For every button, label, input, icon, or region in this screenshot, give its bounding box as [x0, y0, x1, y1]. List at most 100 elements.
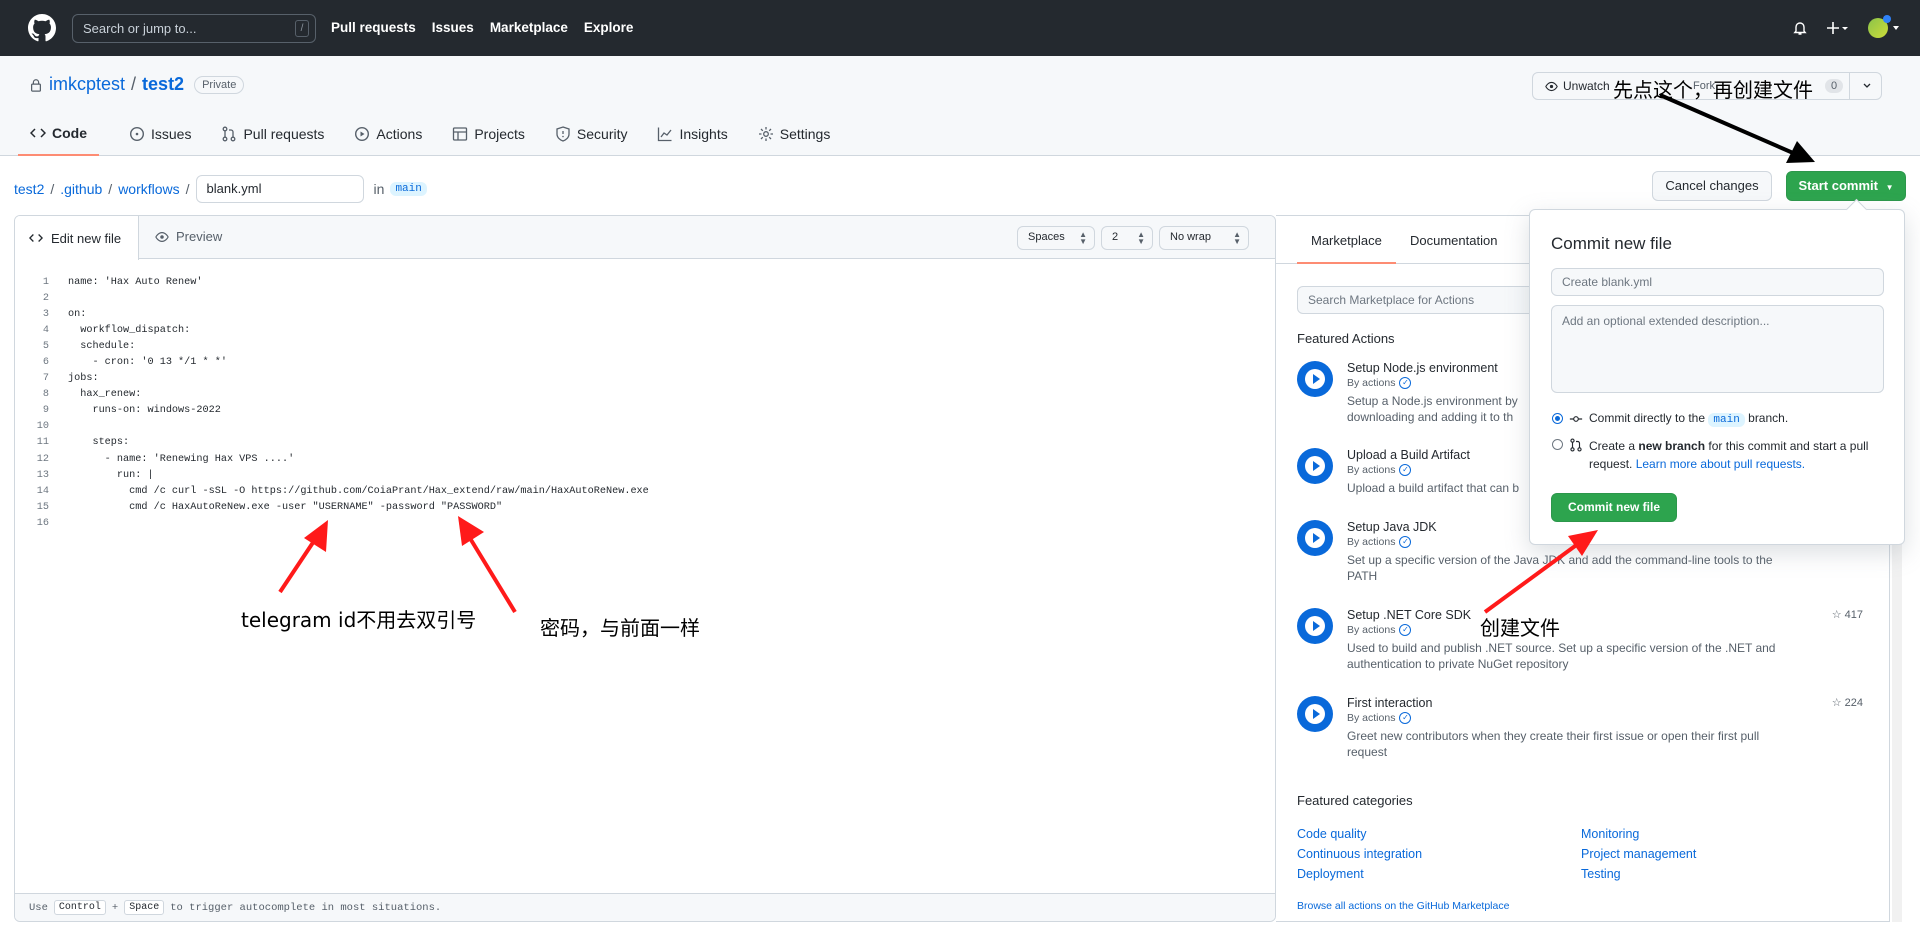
category-link[interactable]: Testing — [1581, 867, 1841, 881]
lock-icon — [31, 78, 41, 92]
nav-explore[interactable]: Explore — [584, 20, 634, 35]
nav-marketplace[interactable]: Marketplace — [490, 20, 568, 35]
caret-down-icon: ▼ — [1885, 183, 1894, 192]
tab-settings[interactable]: Settings — [758, 124, 830, 156]
line-content: runs-on: windows-2022 — [68, 405, 221, 417]
tab-projects[interactable]: Projects — [452, 124, 525, 156]
commit-dialog-title: Commit new file — [1551, 234, 1672, 253]
action-stars[interactable]: ☆ 224 — [1831, 696, 1863, 710]
user-menu[interactable] — [1868, 15, 1900, 38]
breadcrumb-separator: / — [108, 181, 113, 197]
tab-insights-label: Insights — [679, 126, 728, 142]
tab-code[interactable]: Code — [18, 124, 99, 156]
commit-summary-input[interactable]: Create blank.yml — [1551, 268, 1884, 296]
global-search-input[interactable]: Search or jump to... / — [72, 14, 316, 43]
tab-documentation[interactable]: Documentation — [1410, 233, 1497, 248]
tab-insights[interactable]: Insights — [657, 124, 728, 156]
browse-marketplace-link[interactable]: Browse all actions on the GitHub Marketp… — [1297, 900, 1509, 912]
repo-name-link[interactable]: test2 — [142, 74, 184, 95]
commit-new-branch-option[interactable]: Create a new branch for this commit and … — [1552, 437, 1872, 473]
star-icon: ☆ — [1831, 697, 1842, 709]
star-count: 224 — [1844, 696, 1863, 709]
select-arrows-icon: ▲ ▼ — [1233, 230, 1241, 246]
category-link[interactable]: Code quality — [1297, 827, 1581, 841]
tab-issues[interactable]: Issues — [129, 124, 191, 156]
nav-issues[interactable]: Issues — [432, 20, 474, 35]
wrap-mode-select[interactable]: No wrap ▲ ▼ — [1159, 226, 1249, 250]
tab-preview[interactable]: Preview — [155, 229, 222, 244]
commit-new-file-button[interactable]: Commit new file — [1551, 493, 1677, 522]
key-space: Space — [124, 900, 165, 915]
editor-toolbar: Edit new file Preview Spaces ▲ ▼ 2 ▲ ▼ No … — [15, 216, 1275, 260]
action-title[interactable]: Setup Java JDK — [1347, 520, 1437, 534]
line-content: workflow_dispatch: — [68, 324, 191, 336]
line-number: 14 — [36, 485, 49, 497]
category-link[interactable]: Monitoring — [1581, 827, 1841, 841]
action-desc-line2: request — [1347, 745, 1388, 759]
line-number: 13 — [36, 469, 49, 481]
line-number: 3 — [42, 308, 49, 320]
line-content: schedule: — [68, 340, 136, 352]
indent-mode-select[interactable]: Spaces ▲ ▼ — [1017, 226, 1095, 250]
action-title[interactable]: First interaction — [1347, 696, 1432, 710]
breadcrumb-workflows-link[interactable]: workflows — [118, 181, 179, 197]
fork-count: 0 — [1825, 79, 1844, 93]
start-commit-button[interactable]: Start commit ▼ — [1786, 171, 1906, 201]
commit-direct-radio[interactable] — [1552, 413, 1563, 424]
unwatch-button[interactable]: Unwatch — [1545, 79, 1610, 93]
action-play-icon — [1297, 361, 1333, 397]
star-icon: ☆ — [1831, 609, 1842, 621]
action-title[interactable]: Setup Node.js environment — [1347, 361, 1498, 375]
action-desc-line1: Setup a Node.js environment by — [1347, 394, 1518, 408]
tab-marketplace[interactable]: Marketplace — [1297, 233, 1396, 264]
breadcrumb-repo-link[interactable]: test2 — [14, 181, 44, 197]
learn-more-pull-requests-link[interactable]: Learn more about pull requests. — [1636, 457, 1805, 471]
action-stars[interactable]: ☆ 417 — [1831, 608, 1863, 622]
verified-icon: ✓ — [1399, 464, 1412, 476]
repo-owner-link[interactable]: imkcptest — [49, 74, 125, 95]
tab-pull-requests-label: Pull requests — [243, 126, 325, 142]
action-desc-line2: downloading and adding it to th — [1347, 410, 1514, 424]
line-content: steps: — [68, 437, 130, 449]
commit-new-branch-radio[interactable] — [1552, 439, 1563, 450]
star-dropdown-button[interactable] — [1849, 73, 1883, 99]
breadcrumb: test2 / .github / workflows / blank.yml … — [14, 175, 427, 203]
tab-pull-requests[interactable]: Pull requests — [221, 124, 324, 156]
commit-direct-option[interactable]: Commit directly to the main branch. — [1552, 411, 1788, 427]
tab-actions[interactable]: Actions — [354, 124, 422, 156]
pull-request-icon — [223, 126, 236, 142]
tab-edit-label: Edit new file — [51, 230, 122, 246]
action-title[interactable]: Upload a Build Artifact — [1347, 448, 1470, 462]
line-number: 10 — [36, 421, 49, 433]
code-line: 16 — [15, 515, 1275, 531]
nav-pull-requests[interactable]: Pull requests — [331, 20, 416, 35]
in-branch-label: in — [373, 181, 385, 197]
line-content: - name: 'Renewing Hax VPS ....' — [68, 453, 295, 465]
gear-icon — [758, 127, 773, 141]
line-content: cmd /c curl -sSL -O https://github.com/C… — [68, 485, 649, 497]
category-link[interactable]: Deployment — [1297, 867, 1581, 881]
category-link[interactable]: Project management — [1581, 847, 1841, 861]
github-logo-icon[interactable] — [28, 14, 56, 42]
category-link[interactable]: Continuous integration — [1297, 847, 1581, 861]
tab-security[interactable]: Security — [555, 124, 627, 156]
visibility-badge: Private — [194, 75, 245, 94]
breadcrumb-separator: / — [185, 181, 190, 197]
code-textarea[interactable]: 1 name: 'Hax Auto Renew' 2 3 on: 4 workflow_d… — [15, 274, 1275, 532]
indent-size-value: 2 — [1112, 231, 1119, 243]
bell-icon[interactable] — [1792, 20, 1808, 36]
indent-size-select[interactable]: 2 ▲ ▼ — [1101, 226, 1153, 250]
code-line: 12 - name: 'Renewing Hax VPS ....' — [15, 451, 1275, 467]
commit-description-textarea[interactable]: Add an optional extended description... — [1551, 305, 1884, 393]
line-content: hax_renew: — [68, 389, 142, 401]
filename-input[interactable]: blank.yml — [195, 175, 364, 203]
action-description: Greet new contributors when they create … — [1347, 728, 1807, 760]
code-line: 13 run: | — [15, 467, 1275, 483]
plus-dropdown-icon[interactable] — [1826, 20, 1850, 36]
breadcrumb-github-link[interactable]: .github — [60, 181, 102, 197]
action-title[interactable]: Setup .NET Core SDK — [1347, 608, 1471, 622]
cancel-changes-button[interactable]: Cancel changes — [1652, 171, 1772, 201]
code-line: 6 - cron: '0 13 */1 * *' — [15, 354, 1275, 370]
action-author-label: By actions — [1347, 624, 1396, 636]
tab-edit-new-file[interactable]: Edit new file — [15, 216, 139, 260]
